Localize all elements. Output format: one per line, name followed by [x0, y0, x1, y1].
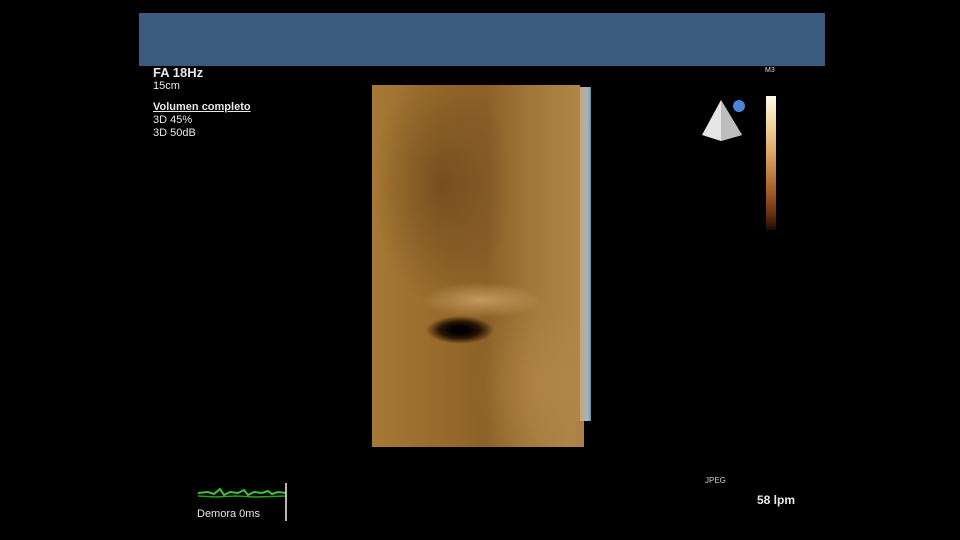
probe-orientation-icon[interactable] [699, 97, 749, 143]
depth: 15cm [153, 80, 180, 92]
orientation-marker [733, 100, 745, 112]
frame-rate: FA 18Hz [153, 65, 204, 80]
ecg-baseline [197, 495, 287, 498]
acquisition-info: FA 18Hz 15cm Volumen completo 3D 45% 3D … [153, 66, 251, 140]
ultrasound-3d-volume[interactable] [372, 85, 580, 447]
volume-edge [580, 87, 591, 421]
colorbar-label: M3 [765, 67, 775, 74]
header-bar [139, 13, 825, 66]
volume-mode: Volumen completo [153, 101, 251, 113]
heart-rate: 58 lpm [757, 493, 796, 507]
gain-3d: 3D 45% [153, 114, 193, 126]
colorbar [766, 96, 776, 230]
dynamic-range-3d: 3D 50dB [153, 127, 196, 139]
ecg-line [197, 487, 287, 497]
ecg-delay-label: Demora 0ms [197, 508, 260, 520]
volume-edge-bottom [576, 421, 584, 447]
image-format: JPEG [705, 476, 726, 485]
